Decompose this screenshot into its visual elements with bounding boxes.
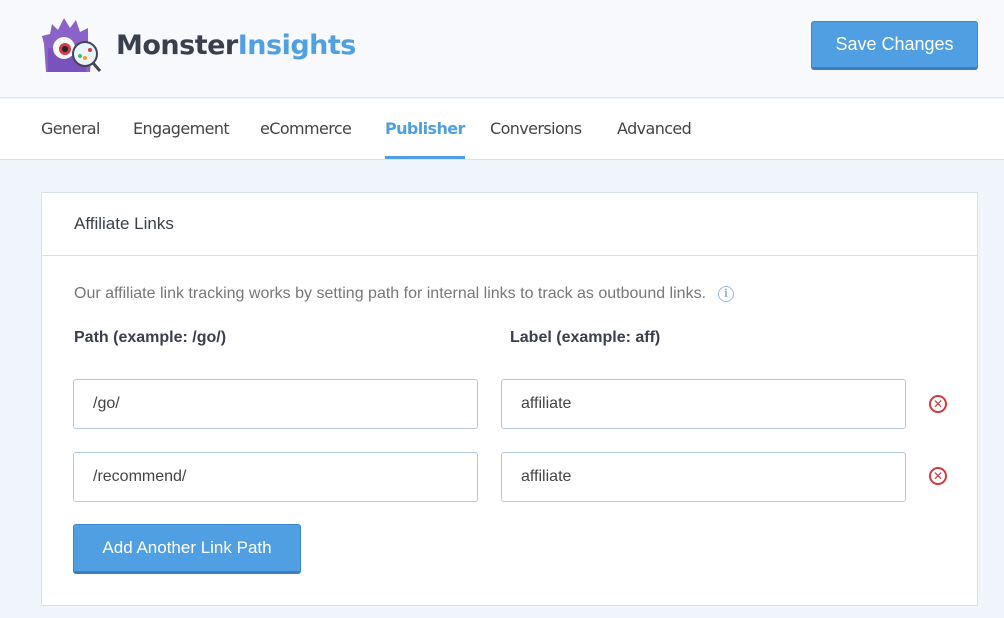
panel-description: Our affiliate link tracking works by set… — [74, 285, 735, 303]
path-column-label: Path (example: /go/) — [74, 329, 227, 346]
tab-conversions[interactable]: Conversions — [490, 99, 582, 159]
monster-mascot-icon — [38, 14, 108, 76]
info-icon[interactable]: i — [718, 286, 735, 302]
tab-publisher[interactable]: Publisher — [385, 99, 465, 159]
tab-general[interactable]: General — [41, 99, 100, 159]
remove-row-icon[interactable]: ✕ — [929, 395, 947, 413]
logo-wordmark: MonsterInsights — [116, 29, 356, 61]
save-changes-button[interactable]: Save Changes — [811, 21, 978, 70]
settings-tabs: General Engagement eCommerce Publisher C… — [0, 99, 1004, 160]
path-input[interactable] — [73, 379, 478, 429]
tab-advanced[interactable]: Advanced — [617, 99, 692, 159]
path-input[interactable] — [73, 452, 478, 502]
tab-engagement[interactable]: Engagement — [133, 99, 230, 159]
label-input[interactable] — [501, 452, 906, 502]
add-link-path-button[interactable]: Add Another Link Path — [73, 524, 301, 574]
label-column-label: Label (example: aff) — [510, 329, 661, 346]
header: MonsterInsights Save Changes — [0, 0, 1004, 98]
monsterinsights-logo: MonsterInsights — [38, 14, 358, 76]
tab-ecommerce[interactable]: eCommerce — [260, 99, 352, 159]
description-text: Our affiliate link tracking works by set… — [74, 285, 707, 302]
remove-row-icon[interactable]: ✕ — [929, 467, 947, 485]
label-input[interactable] — [501, 379, 906, 429]
affiliate-links-panel: Affiliate Links Our affiliate link track… — [41, 192, 978, 606]
panel-title: Affiliate Links — [42, 193, 977, 256]
